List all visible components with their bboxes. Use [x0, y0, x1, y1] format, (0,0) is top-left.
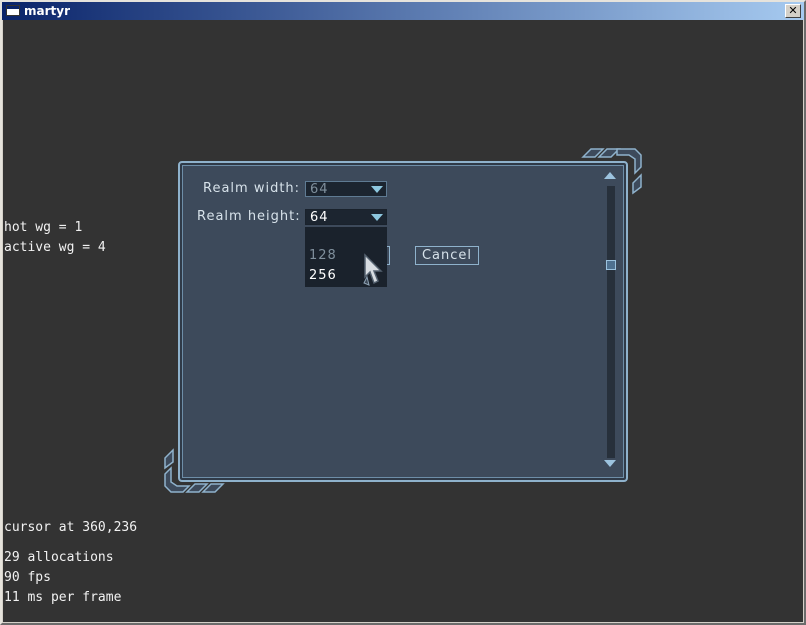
fps-readout: 90 fps: [4, 570, 51, 585]
allocations-readout: 29 allocations: [4, 550, 114, 565]
scroll-down-arrow-icon[interactable]: [604, 460, 616, 467]
realm-width-label: Realm width:: [203, 181, 301, 196]
active-widget-readout: active wg = 4: [4, 240, 106, 255]
mouse-pointer-icon: [363, 253, 383, 286]
chevron-down-icon[interactable]: [371, 214, 383, 221]
realm-width-value: 64: [310, 182, 329, 197]
scrollbar-thumb[interactable]: [606, 260, 616, 270]
realm-height-label: Realm height:: [197, 209, 301, 224]
cancel-button[interactable]: Cancel: [415, 246, 479, 265]
window-icon: [6, 5, 20, 16]
title-bar[interactable]: martyr ✕: [2, 2, 804, 20]
dropdown-option-256[interactable]: 256: [309, 268, 337, 283]
hot-widget-readout: hot wg = 1: [4, 220, 83, 235]
realm-width-select[interactable]: 64: [305, 181, 387, 197]
frame-time-readout: 11 ms per frame: [4, 590, 122, 605]
dropdown-option-128[interactable]: 128: [309, 248, 337, 263]
close-button[interactable]: ✕: [785, 4, 801, 18]
window-title: martyr: [24, 4, 70, 18]
scroll-up-arrow-icon[interactable]: [604, 172, 616, 179]
game-canvas[interactable]: hot wg = 1 active wg = 4 cursor at 360,2…: [3, 20, 803, 622]
dialog-scrollbar[interactable]: [607, 186, 615, 458]
chevron-down-icon[interactable]: [371, 186, 383, 193]
realm-height-value: 64: [310, 210, 329, 225]
cursor-readout: cursor at 360,236: [4, 520, 138, 535]
realm-height-select[interactable]: 64: [305, 209, 387, 225]
